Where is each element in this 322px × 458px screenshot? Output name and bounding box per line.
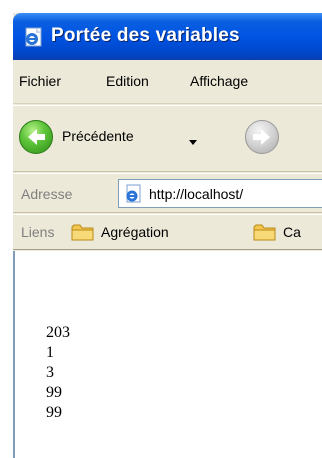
back-button-label: Précédente [62,128,134,144]
output-line: 3 [46,364,54,381]
output-line: 99 [46,404,62,421]
menu-bar: Fichier Edition Affichage [13,60,322,104]
back-button[interactable]: Précédente [19,120,184,156]
menu-edition[interactable]: Edition [106,73,149,89]
output-line: 99 [46,384,62,401]
links-label: Liens [21,224,55,240]
folder-icon [253,223,277,242]
output-line: 1 [46,344,54,361]
address-label: Adresse [21,186,73,202]
address-bar: Adresse http://localhost/ [13,173,322,213]
navigation-toolbar: Précédente [13,105,322,172]
back-dropdown-icon[interactable] [189,140,197,145]
link-agregation[interactable]: Agrégation [71,221,201,245]
links-bar: Liens Agrégation Ca [13,214,322,250]
output-text: 203 1 3 99 99 [46,323,70,423]
forward-arrow-icon [245,120,279,154]
back-arrow-icon [19,120,53,154]
address-url: http://localhost/ [149,186,244,202]
link-label: Ca [283,224,301,240]
ie-page-icon [23,26,45,48]
forward-button[interactable] [245,120,281,156]
window-title: Portée des variables [51,25,240,46]
menu-affichage[interactable]: Affichage [190,73,248,89]
address-input[interactable]: http://localhost/ [118,179,322,208]
folder-icon [71,223,95,242]
title-bar[interactable]: Portée des variables [13,13,322,60]
link-ca[interactable]: Ca [253,221,322,245]
menu-fichier[interactable]: Fichier [19,73,61,89]
output-line: 203 [46,324,70,341]
page-content: 203 1 3 99 99 [13,251,322,458]
ie-page-icon [124,184,144,204]
browser-window: Portée des variables Fichier Edition Aff… [13,13,322,458]
link-label: Agrégation [101,224,169,240]
